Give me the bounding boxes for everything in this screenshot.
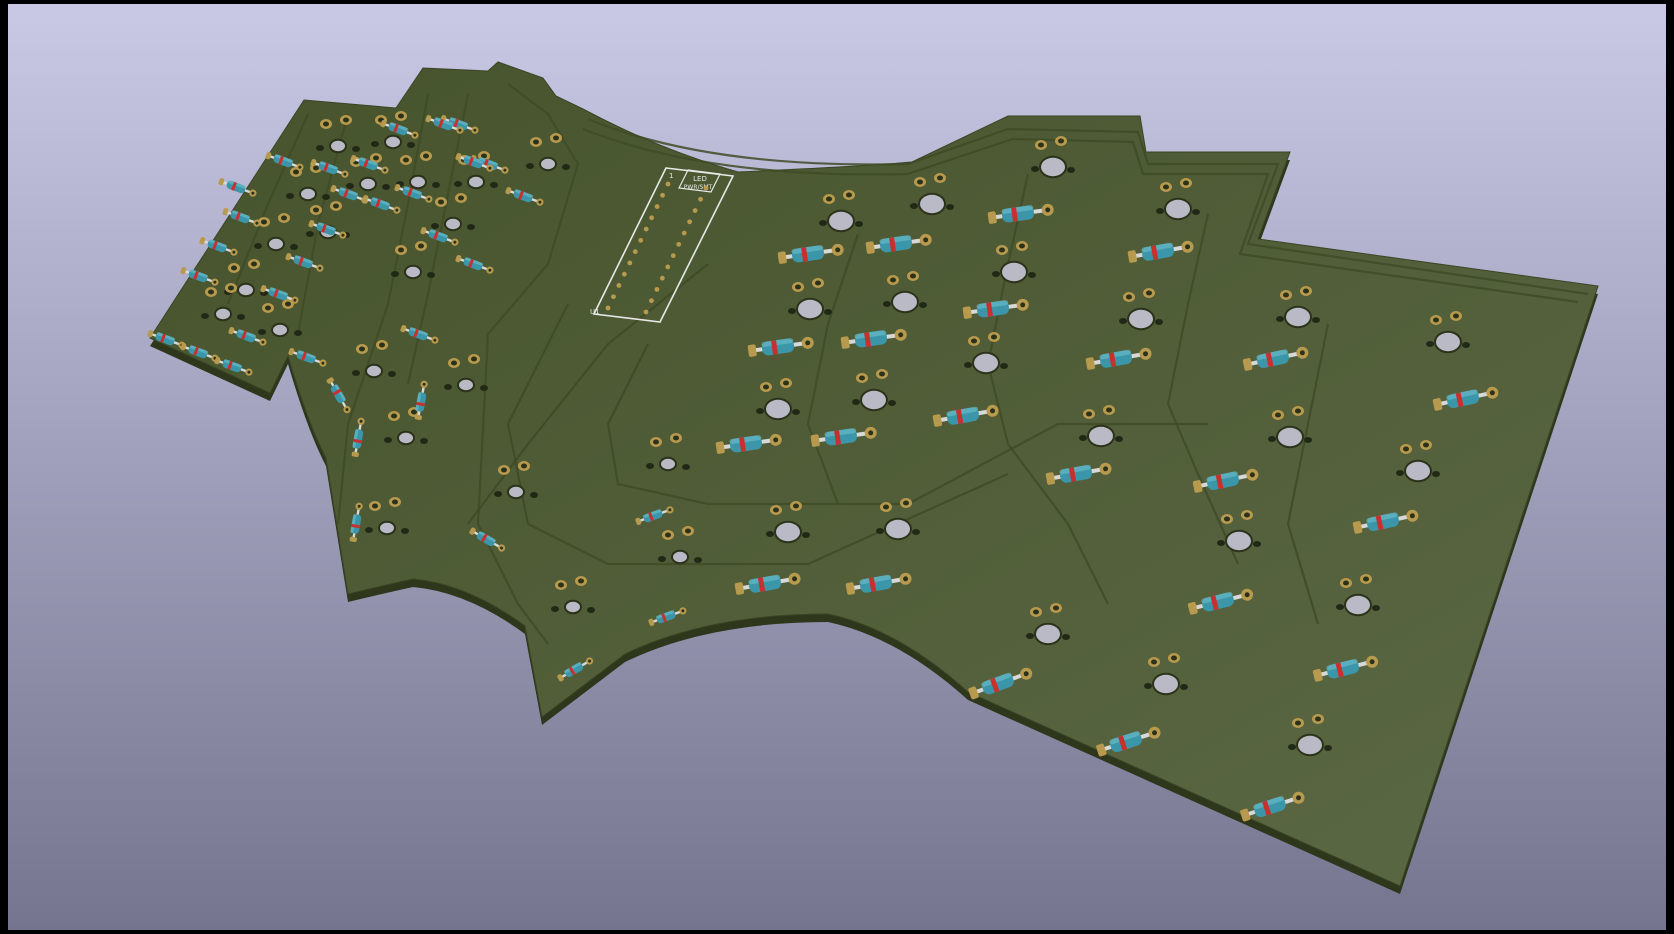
controller-pad	[660, 192, 665, 198]
controller-pad	[681, 230, 687, 236]
controller-pad	[616, 283, 622, 288]
controller-pad	[627, 260, 633, 266]
controller-pad	[638, 237, 644, 243]
controller-pad	[611, 294, 616, 300]
controller-pad	[698, 196, 703, 202]
3d-viewport[interactable]: LED PWR/SMT 1 U1	[8, 4, 1666, 930]
controller-pad	[670, 253, 676, 259]
controller-pad	[665, 264, 671, 270]
controller-pad	[692, 208, 698, 213]
controller-pad	[665, 181, 671, 187]
controller-pad	[659, 275, 665, 281]
controller-pad	[632, 249, 638, 255]
controller-pad	[687, 219, 693, 225]
pcb-3d-render[interactable]: LED PWR/SMT 1 U1	[8, 4, 1666, 930]
controller-pad	[643, 309, 649, 315]
controller-pad	[649, 215, 655, 221]
controller-pad	[654, 204, 660, 209]
controller-pad	[703, 185, 709, 191]
controller-pad	[654, 287, 660, 292]
controller-pad	[621, 271, 627, 277]
controller-label-1: LED	[693, 175, 707, 183]
ref-label: U1	[590, 308, 600, 316]
controller-pad	[649, 298, 654, 304]
pin1-label: 1	[669, 172, 673, 180]
controller-pad	[605, 305, 611, 311]
controller-pad	[676, 241, 682, 247]
controller-pad	[643, 226, 649, 232]
